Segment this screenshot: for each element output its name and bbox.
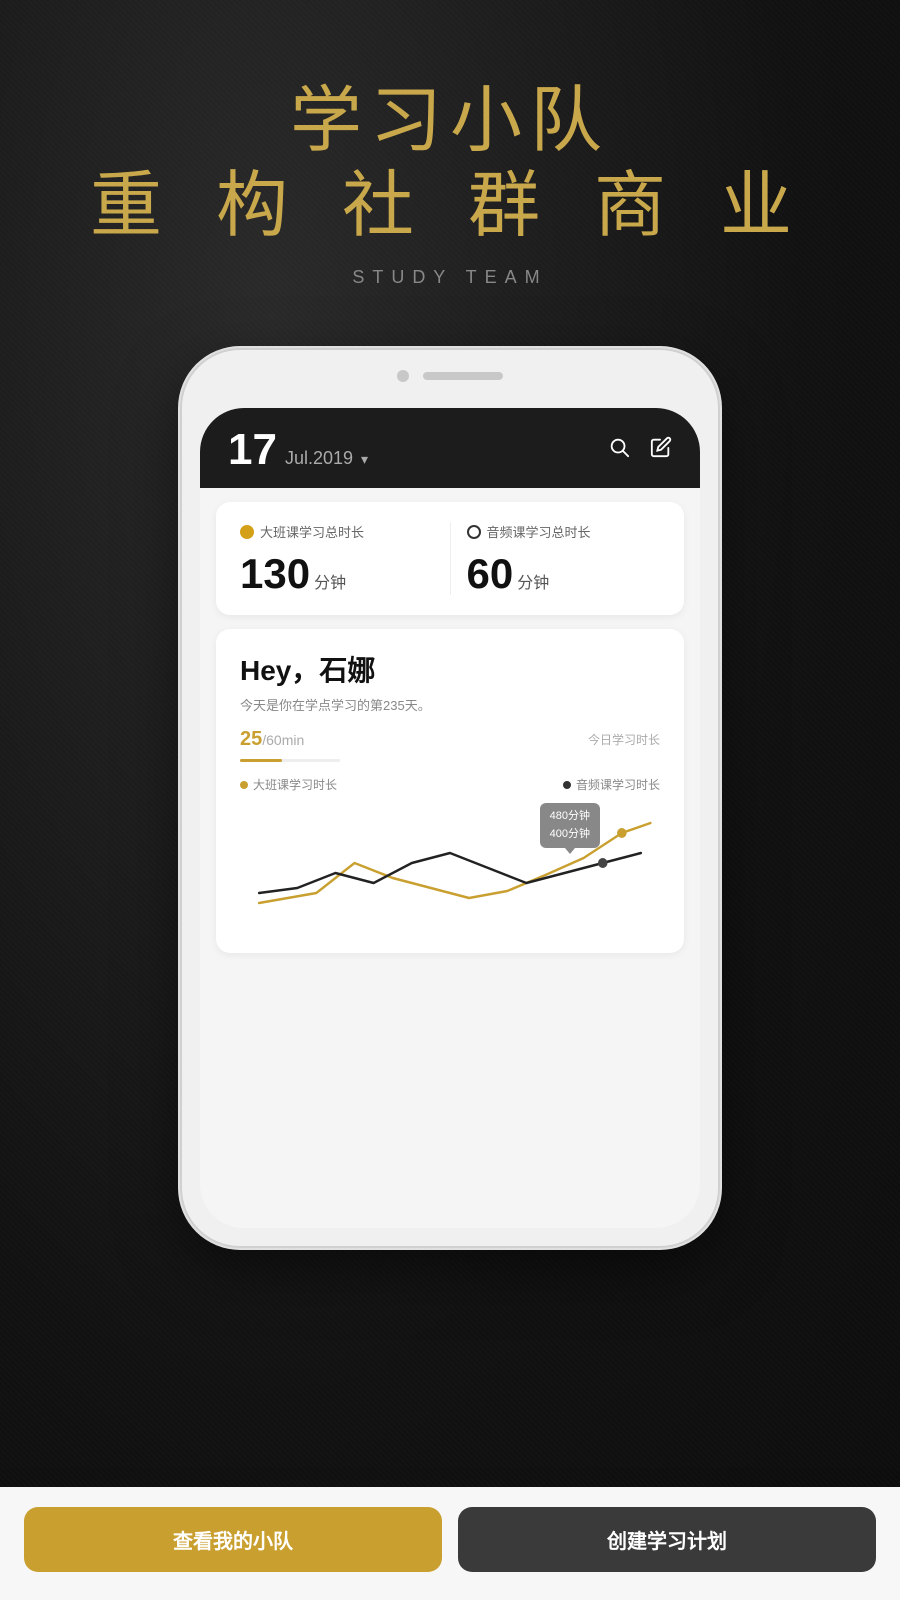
create-plan-button[interactable]: 创建学习计划	[458, 1507, 876, 1572]
phone-frame: 17 Jul.2019 ▾	[180, 348, 720, 1248]
phone-camera	[397, 370, 409, 382]
date-arrow-icon: ▾	[361, 451, 368, 468]
title-line2: 重 构 社 群 商 业	[90, 163, 810, 249]
stat-value-audio: 60 分钟	[467, 553, 661, 595]
date-number: 17	[228, 428, 277, 472]
app-header-date: 17 Jul.2019 ▾	[228, 428, 368, 472]
stat-item-class: 大班课学习总时长 130 分钟	[240, 522, 434, 595]
edit-icon[interactable]	[650, 436, 672, 464]
progress-value: 25/60min	[240, 728, 304, 751]
header-section: 学习小队 重 构 社 群 商 业 STUDY TEAM	[90, 0, 810, 288]
progress-bar-fill	[240, 759, 282, 762]
stat-dot-dark	[467, 525, 481, 539]
stats-card: 大班课学习总时长 130 分钟 音频课学习总时长	[216, 502, 684, 615]
app-header-icons	[608, 436, 672, 464]
phone-speaker	[423, 372, 503, 380]
phone-screen: 17 Jul.2019 ▾	[200, 408, 700, 1228]
chart-tooltip: 480分钟 400分钟	[540, 803, 600, 848]
main-content: 学习小队 重 构 社 群 商 业 STUDY TEAM 17 Jul.2019 …	[0, 0, 900, 1600]
stat-label-class: 大班课学习总时长	[240, 522, 434, 541]
progress-row: 25/60min 今日学习时长	[240, 728, 660, 751]
app-header: 17 Jul.2019 ▾	[200, 408, 700, 488]
phone-top-bar	[397, 370, 503, 382]
title-line1: 学习小队	[90, 80, 810, 163]
study-team-label: STUDY TEAM	[90, 267, 810, 288]
stat-item-audio: 音频课学习总时长 60 分钟	[467, 522, 661, 595]
stat-dot-yellow	[240, 525, 254, 539]
legend-dot-dark	[563, 781, 571, 789]
stat-value-class: 130 分钟	[240, 553, 434, 595]
progress-bar-track	[240, 759, 340, 762]
chart-legends: 大班课学习时长 音频课学习时长	[240, 776, 660, 793]
bottom-buttons: 查看我的小队 创建学习计划	[0, 1487, 900, 1600]
legend-class: 大班课学习时长	[240, 776, 337, 793]
legend-audio: 音频课学习时长	[563, 776, 660, 793]
view-team-button[interactable]: 查看我的小队	[24, 1507, 442, 1572]
stat-label-audio: 音频课学习总时长	[467, 522, 661, 541]
chart-area: 480分钟 400分钟	[240, 803, 660, 933]
phone-mockup: 17 Jul.2019 ▾	[180, 348, 720, 1600]
progress-right-label: 今日学习时长	[588, 731, 660, 748]
date-month: Jul.2019	[285, 448, 353, 469]
hello-section: Hey，石娜 今天是你在学点学习的第235天。 25/60min 今日学习时长	[216, 629, 684, 953]
legend-dot-yellow	[240, 781, 248, 789]
search-icon[interactable]	[608, 436, 630, 464]
stat-divider	[450, 522, 451, 595]
hello-subtitle: 今天是你在学点学习的第235天。	[240, 695, 660, 714]
hello-name: Hey，石娜	[240, 649, 660, 689]
